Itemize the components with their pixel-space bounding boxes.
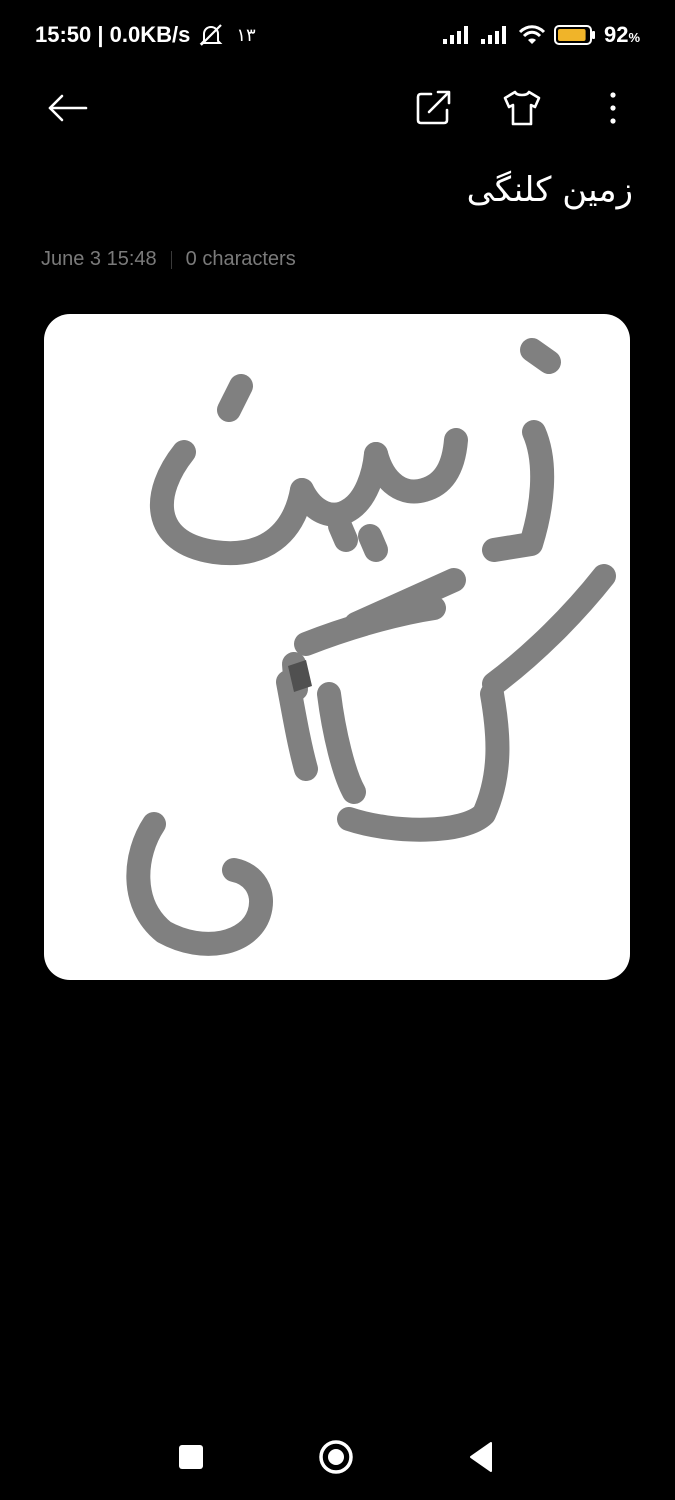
system-back-button[interactable] — [457, 1432, 507, 1482]
note-date: June 3 15:48 — [41, 248, 157, 270]
notification-count: ١٣ — [236, 24, 256, 45]
share-button[interactable] — [411, 86, 455, 130]
note-title[interactable]: زمین کلنگی — [467, 170, 633, 210]
more-vertical-icon — [610, 92, 616, 124]
status-bar: 15:50 | 0.0KB/s ١٣ 92% — [0, 0, 675, 74]
external-share-icon — [416, 90, 451, 125]
bell-muted-icon — [196, 23, 226, 47]
tshirt-icon — [503, 90, 541, 126]
recents-button[interactable] — [166, 1432, 216, 1482]
theme-button[interactable] — [500, 86, 544, 130]
handwriting-image[interactable] — [44, 314, 630, 980]
handwriting-drawing — [126, 338, 616, 956]
arrow-left-icon — [48, 94, 88, 122]
status-time-speed: 15:50 | 0.0KB/s — [35, 22, 191, 47]
back-button[interactable] — [46, 86, 90, 130]
wifi-icon — [518, 24, 546, 46]
circle-icon — [319, 1440, 353, 1474]
signal-icon — [442, 25, 472, 45]
triangle-back-icon — [470, 1442, 492, 1472]
more-button[interactable] — [591, 86, 635, 130]
meta-divider — [170, 250, 172, 269]
navigation-bar — [0, 1420, 675, 1500]
status-left: 15:50 | 0.0KB/s ١٣ — [35, 22, 256, 48]
toolbar — [0, 74, 675, 140]
signal-icon-2 — [480, 25, 510, 45]
battery-percent: 92% — [603, 22, 640, 47]
note-meta: June 3 15:48 0 characters — [41, 248, 296, 271]
note-character-count: 0 characters — [185, 248, 296, 270]
status-right: 92% — [442, 22, 640, 48]
square-icon — [179, 1445, 203, 1469]
battery-icon — [553, 24, 596, 46]
home-button[interactable] — [311, 1432, 361, 1482]
